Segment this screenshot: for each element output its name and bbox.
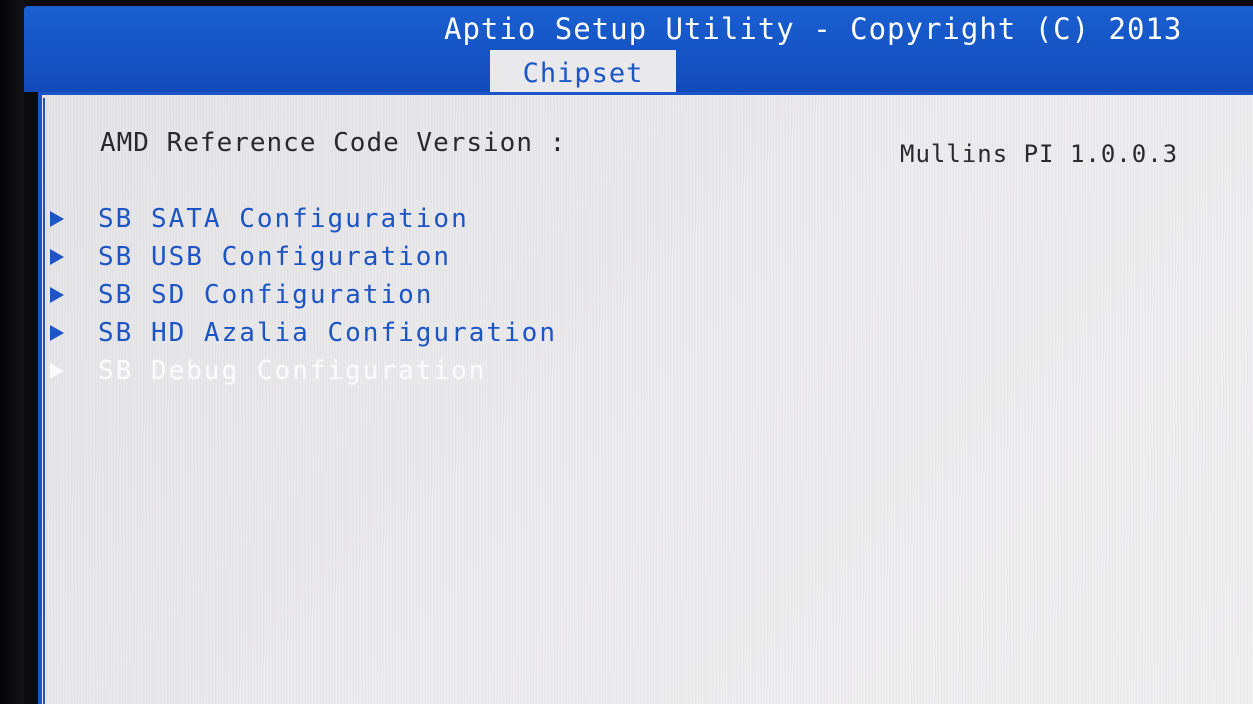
menu-item-label: SB USB Configuration [98,242,452,272]
menu-item-sb-sd-configuration[interactable]: SB SD Configuration [50,276,557,314]
tab-chipset[interactable]: Chipset [490,50,676,98]
reference-code-label: AMD Reference Code Version : [100,128,567,158]
menu-item-label: SB SD Configuration [98,280,434,310]
menu-item-sb-usb-configuration[interactable]: SB USB Configuration [50,238,557,276]
menu-item-label: SB SATA Configuration [98,204,469,234]
menu-item-label: SB Debug Configuration [98,356,487,386]
submenu-arrow-icon [50,287,64,303]
menu-item-sb-debug-configuration[interactable]: SB Debug Configuration [50,352,557,390]
menu-item-label: SB HD Azalia Configuration [98,318,557,348]
title-bar: Aptio Setup Utility - Copyright (C) 2013… [24,6,1253,98]
submenu-list: SB SATA Configuration SB USB Configurati… [50,200,557,390]
menu-item-sb-hd-azalia-configuration[interactable]: SB HD Azalia Configuration [50,314,557,352]
reference-code-value: Mullins PI 1.0.0.3 [900,140,1179,168]
submenu-arrow-icon [50,363,64,379]
menu-item-sb-sata-configuration[interactable]: SB SATA Configuration [50,200,557,238]
submenu-arrow-icon [50,211,64,227]
window-title: Aptio Setup Utility - Copyright (C) 2013 [444,12,1183,46]
monitor-bezel [0,0,24,704]
bios-screen: Aptio Setup Utility - Copyright (C) 2013… [0,0,1253,704]
main-panel [38,92,1253,704]
submenu-arrow-icon [50,249,64,265]
submenu-arrow-icon [50,325,64,341]
panel-divider [43,98,45,704]
